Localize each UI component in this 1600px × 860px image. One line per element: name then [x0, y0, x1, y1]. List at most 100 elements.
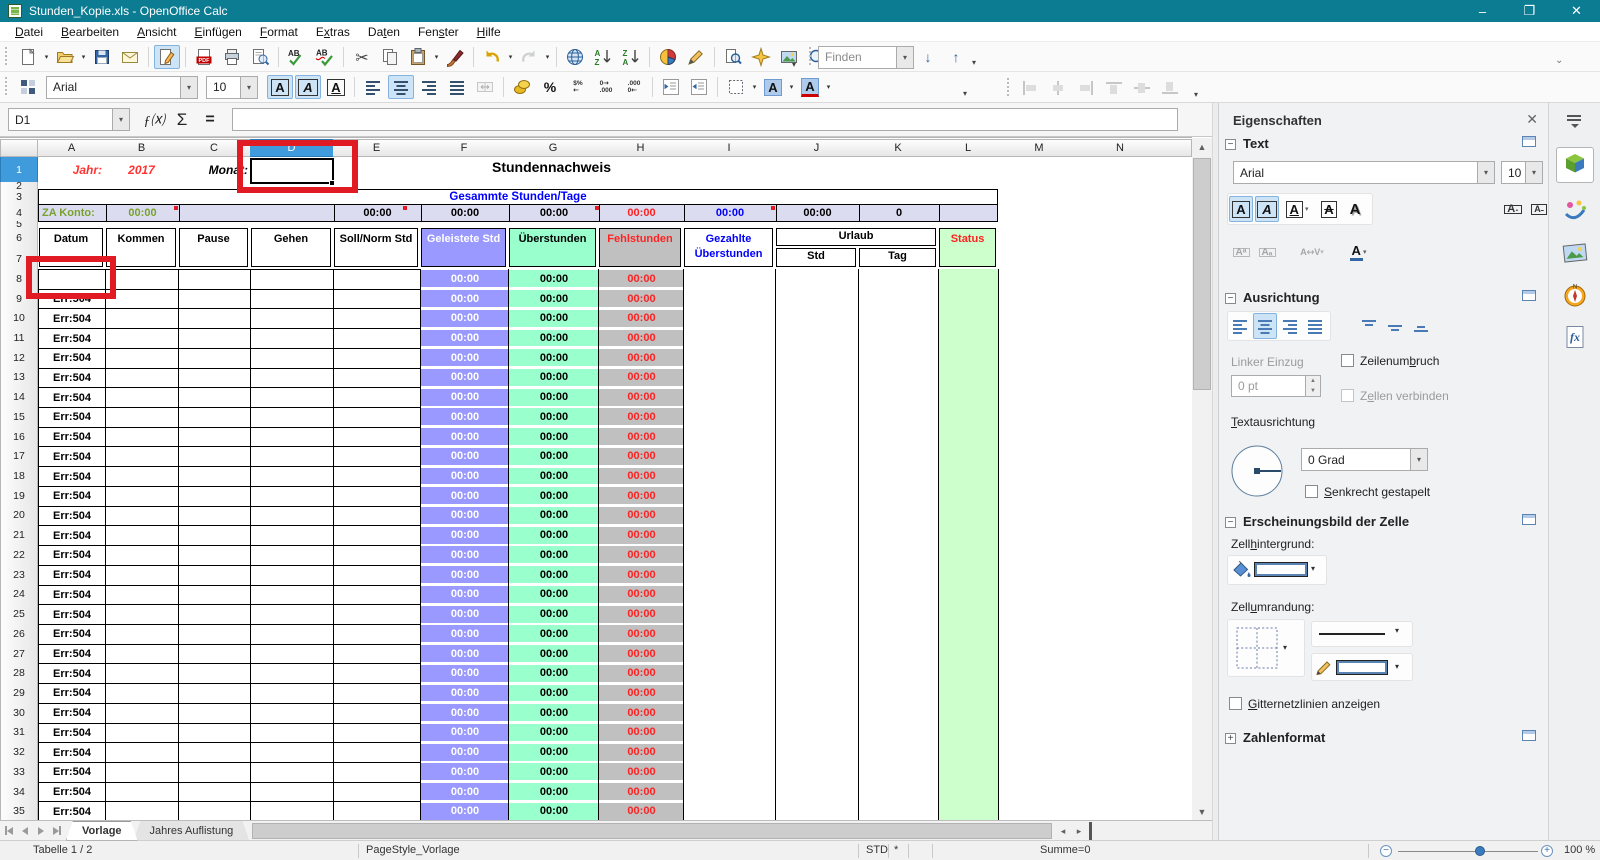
- redo-dropdown-icon[interactable]: ▾: [543, 45, 552, 69]
- navigator-button[interactable]: [748, 45, 774, 69]
- row-header-23[interactable]: 23: [0, 565, 38, 586]
- insert-mode[interactable]: STD: [866, 844, 888, 856]
- cell-D10[interactable]: [250, 308, 334, 329]
- cell-F35-geleistete-std[interactable]: 00:00: [421, 803, 509, 820]
- cell-D20[interactable]: [250, 506, 334, 527]
- cell-F12-geleistete-std[interactable]: 00:00: [421, 349, 509, 366]
- cell-E25[interactable]: [333, 604, 421, 625]
- row-header-14[interactable]: 14: [0, 387, 38, 408]
- stacked-checkbox[interactable]: [1305, 485, 1318, 498]
- first-sheet-button[interactable]: [1, 823, 16, 839]
- align-justify-button[interactable]: [444, 75, 470, 99]
- cell-E32[interactable]: [333, 742, 421, 763]
- cell-G11-ueberstunden[interactable]: 00:00: [509, 330, 599, 347]
- cell-C33[interactable]: [178, 762, 251, 783]
- row-header-28[interactable]: 28: [0, 663, 38, 684]
- collapse-alignment-icon[interactable]: −: [1225, 293, 1236, 304]
- find-next-button[interactable]: ↓: [915, 45, 941, 69]
- copy-button[interactable]: [377, 45, 403, 69]
- cell-A20[interactable]: Err:504: [38, 506, 106, 527]
- row-header-17[interactable]: 17: [0, 446, 38, 467]
- menu-einfgen[interactable]: Einfügen: [185, 23, 250, 41]
- cell-D33[interactable]: [250, 762, 334, 783]
- gallery-button[interactable]: [776, 45, 802, 69]
- align-top-button[interactable]: [1357, 313, 1381, 339]
- cell-D35[interactable]: [250, 801, 334, 820]
- print-button[interactable]: [219, 45, 245, 69]
- font-name-dropdown-icon[interactable]: ▾: [180, 77, 197, 98]
- cell-B13[interactable]: [105, 368, 179, 389]
- open-button[interactable]: [52, 45, 78, 69]
- cell-E22[interactable]: [333, 545, 421, 566]
- sidebar-align-left-button[interactable]: [1228, 313, 1252, 339]
- cell-A21[interactable]: Err:504: [38, 525, 106, 546]
- cell-C12[interactable]: [178, 348, 251, 369]
- subscript-button[interactable]: Aₐ: [1255, 239, 1279, 265]
- cell-E14[interactable]: [333, 387, 421, 408]
- cell-B11[interactable]: [105, 328, 179, 349]
- header-pause[interactable]: Pause: [179, 228, 248, 267]
- sidebar-align-justify-button[interactable]: [1303, 313, 1327, 339]
- tab-gallery[interactable]: [1556, 235, 1594, 271]
- chart-button[interactable]: [655, 45, 681, 69]
- standard-format-button[interactable]: $%⇠: [565, 75, 591, 99]
- cell-A31[interactable]: Err:504: [38, 723, 106, 744]
- sidebar-bold-button[interactable]: A: [1229, 196, 1253, 222]
- menu-format[interactable]: Format: [251, 23, 307, 41]
- cell-C19[interactable]: [178, 486, 251, 507]
- cell-H26-fehlstunden[interactable]: 00:00: [599, 625, 684, 642]
- spellcheck-button[interactable]: AB: [284, 45, 310, 69]
- toolbar-grip[interactable]: [1005, 78, 1012, 98]
- cell-E4[interactable]: 00:00: [334, 205, 421, 221]
- cell-G30-ueberstunden[interactable]: 00:00: [509, 704, 599, 721]
- cell-B26[interactable]: [105, 624, 179, 645]
- paste-dropdown-icon[interactable]: ▾: [432, 45, 441, 69]
- delete-decimal-button[interactable]: .0000⇠: [621, 75, 647, 99]
- cell-B12[interactable]: [105, 348, 179, 369]
- row-header-24[interactable]: 24: [0, 585, 38, 606]
- cell-D8[interactable]: [250, 269, 334, 290]
- cell-C14[interactable]: [178, 387, 251, 408]
- column-header-J[interactable]: J: [775, 139, 859, 157]
- row-header-3[interactable]: 3: [0, 189, 38, 205]
- header-geleistete[interactable]: Geleistete Std: [421, 228, 506, 267]
- cell-H20-fehlstunden[interactable]: 00:00: [599, 507, 684, 524]
- merge-cells-button[interactable]: [472, 75, 498, 99]
- row-header-32[interactable]: 32: [0, 742, 38, 763]
- cell-E9[interactable]: [333, 289, 421, 310]
- cell-A24[interactable]: Err:504: [38, 585, 106, 606]
- cell-G34-ueberstunden[interactable]: 00:00: [509, 783, 599, 800]
- zoom-in-icon[interactable]: +: [1541, 845, 1553, 857]
- format-paintbrush-button[interactable]: [442, 45, 468, 69]
- menu-extras[interactable]: Extras: [307, 23, 359, 41]
- cell-C11[interactable]: [178, 328, 251, 349]
- summary-row[interactable]: ZA Konto: 00:0000:0000:0000:0000:0000:00…: [38, 204, 998, 222]
- row-header-6[interactable]: 6: [0, 227, 38, 250]
- header-ueberstunden[interactable]: Überstunden: [509, 228, 596, 267]
- edit-mode-button[interactable]: [154, 45, 180, 69]
- cell-F15-geleistete-std[interactable]: 00:00: [421, 408, 509, 425]
- cell-D11[interactable]: [250, 328, 334, 349]
- row-header-35[interactable]: 35: [0, 801, 38, 820]
- rotation-dial[interactable]: [1229, 443, 1285, 502]
- cell-H12-fehlstunden[interactable]: 00:00: [599, 349, 684, 366]
- cell-E34[interactable]: [333, 782, 421, 803]
- cell-C10[interactable]: [178, 308, 251, 329]
- cell-E33[interactable]: [333, 762, 421, 783]
- cell-C15[interactable]: [178, 407, 251, 428]
- cell-H10-fehlstunden[interactable]: 00:00: [599, 310, 684, 327]
- row-header-27[interactable]: 27: [0, 644, 38, 665]
- toolbar-grip[interactable]: [3, 77, 10, 97]
- cell-G12-ueberstunden[interactable]: 00:00: [509, 349, 599, 366]
- cell-B30[interactable]: [105, 703, 179, 724]
- formula-input[interactable]: [232, 108, 1178, 131]
- cell-C26[interactable]: [178, 624, 251, 645]
- sidebar-font-name-combo[interactable]: Arial▾: [1233, 161, 1495, 184]
- zoom-out-icon[interactable]: −: [1380, 845, 1392, 857]
- header-kommen[interactable]: Kommen: [106, 228, 176, 267]
- tab-navigator[interactable]: N: [1556, 277, 1594, 313]
- cell-K4[interactable]: 0: [859, 205, 939, 221]
- undo-dropdown-icon[interactable]: ▾: [506, 45, 515, 69]
- cell-D26[interactable]: [250, 624, 334, 645]
- scroll-right-icon[interactable]: ▸: [1071, 823, 1087, 839]
